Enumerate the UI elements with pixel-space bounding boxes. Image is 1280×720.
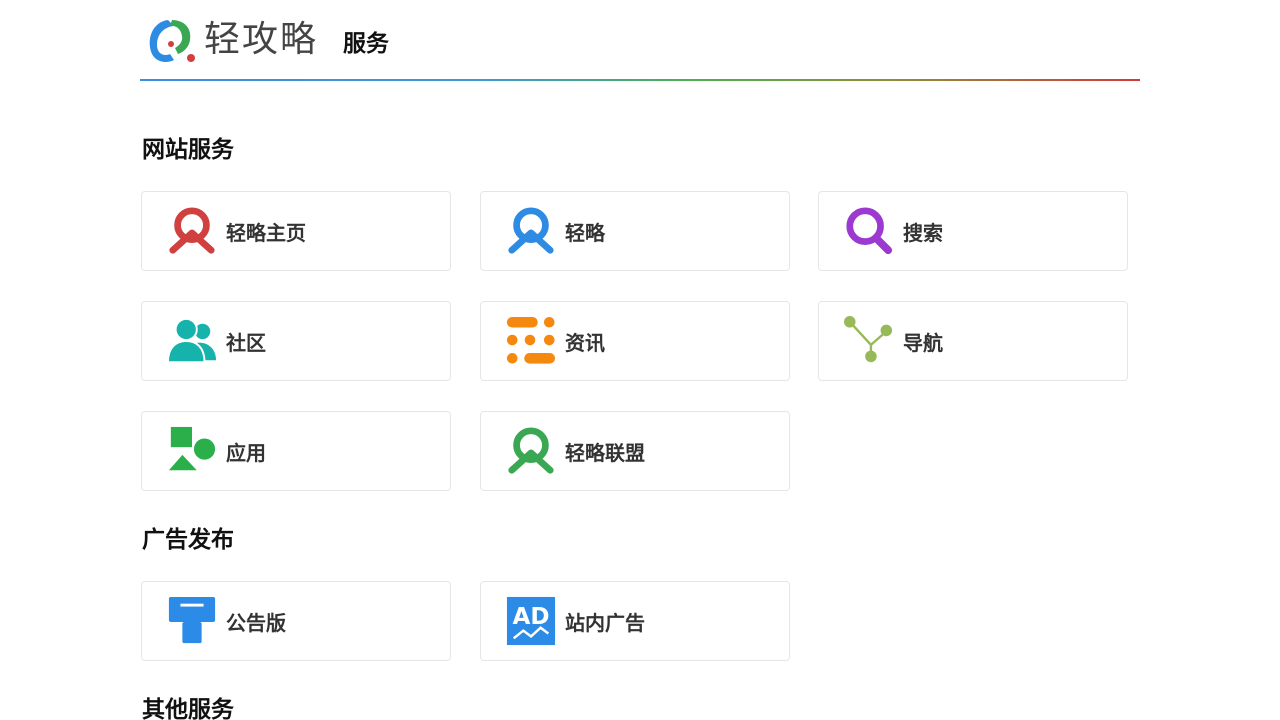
service-label: 轻略主页 bbox=[226, 220, 306, 245]
site-logo[interactable]: 轻攻略 bbox=[144, 14, 318, 66]
page-title: 服务 bbox=[343, 31, 389, 57]
page-container: 轻攻略 服务 网站服务 轻略主页 轻略 搜索 社区 资讯 导航 应用 轻略联盟 … bbox=[140, 0, 1140, 720]
service-card-navigation[interactable]: 导航 bbox=[818, 301, 1128, 381]
header-divider bbox=[140, 79, 1140, 81]
service-card-bulletin-board[interactable]: 公告版 bbox=[141, 581, 451, 661]
qinglue-red-icon bbox=[166, 205, 218, 257]
service-label: 公告版 bbox=[226, 610, 286, 635]
service-card-apps[interactable]: 应用 bbox=[141, 411, 451, 491]
qinglue-blue-icon bbox=[505, 205, 557, 257]
service-label: 应用 bbox=[226, 440, 266, 465]
logo-text: 轻攻略 bbox=[204, 19, 319, 60]
service-card-qinglue-alliance[interactable]: 轻略联盟 bbox=[480, 411, 790, 491]
section-title-site-services: 网站服务 bbox=[142, 137, 234, 163]
users-icon bbox=[166, 315, 218, 367]
search-icon bbox=[843, 205, 895, 257]
ad-icon: AD bbox=[505, 595, 557, 647]
service-label: 资讯 bbox=[565, 330, 605, 355]
section-title-other-services: 其他服务 bbox=[142, 697, 234, 720]
service-card-community[interactable]: 社区 bbox=[141, 301, 451, 381]
service-label: 社区 bbox=[226, 330, 266, 355]
service-label: 轻略联盟 bbox=[565, 440, 645, 465]
apps-icon bbox=[166, 425, 218, 477]
logo-mark-icon bbox=[149, 20, 195, 62]
service-label: 站内广告 bbox=[565, 610, 645, 635]
news-icon bbox=[505, 315, 557, 367]
section-title-ad-publishing: 广告发布 bbox=[142, 527, 234, 553]
service-label: 轻略 bbox=[565, 220, 605, 245]
svg-text:AD: AD bbox=[513, 604, 550, 630]
service-card-qinglue[interactable]: 轻略 bbox=[480, 191, 790, 271]
service-card-site-ads[interactable]: AD 站内广告 bbox=[480, 581, 790, 661]
service-label: 搜索 bbox=[903, 220, 943, 245]
service-card-news[interactable]: 资讯 bbox=[480, 301, 790, 381]
service-label: 导航 bbox=[903, 330, 943, 355]
navigation-icon bbox=[843, 315, 895, 367]
header: 轻攻略 服务 bbox=[140, 0, 1140, 82]
qinglue-green-icon bbox=[505, 425, 557, 477]
service-card-qinglue-home[interactable]: 轻略主页 bbox=[141, 191, 451, 271]
bulletin-board-icon bbox=[166, 595, 218, 647]
service-card-search[interactable]: 搜索 bbox=[818, 191, 1128, 271]
